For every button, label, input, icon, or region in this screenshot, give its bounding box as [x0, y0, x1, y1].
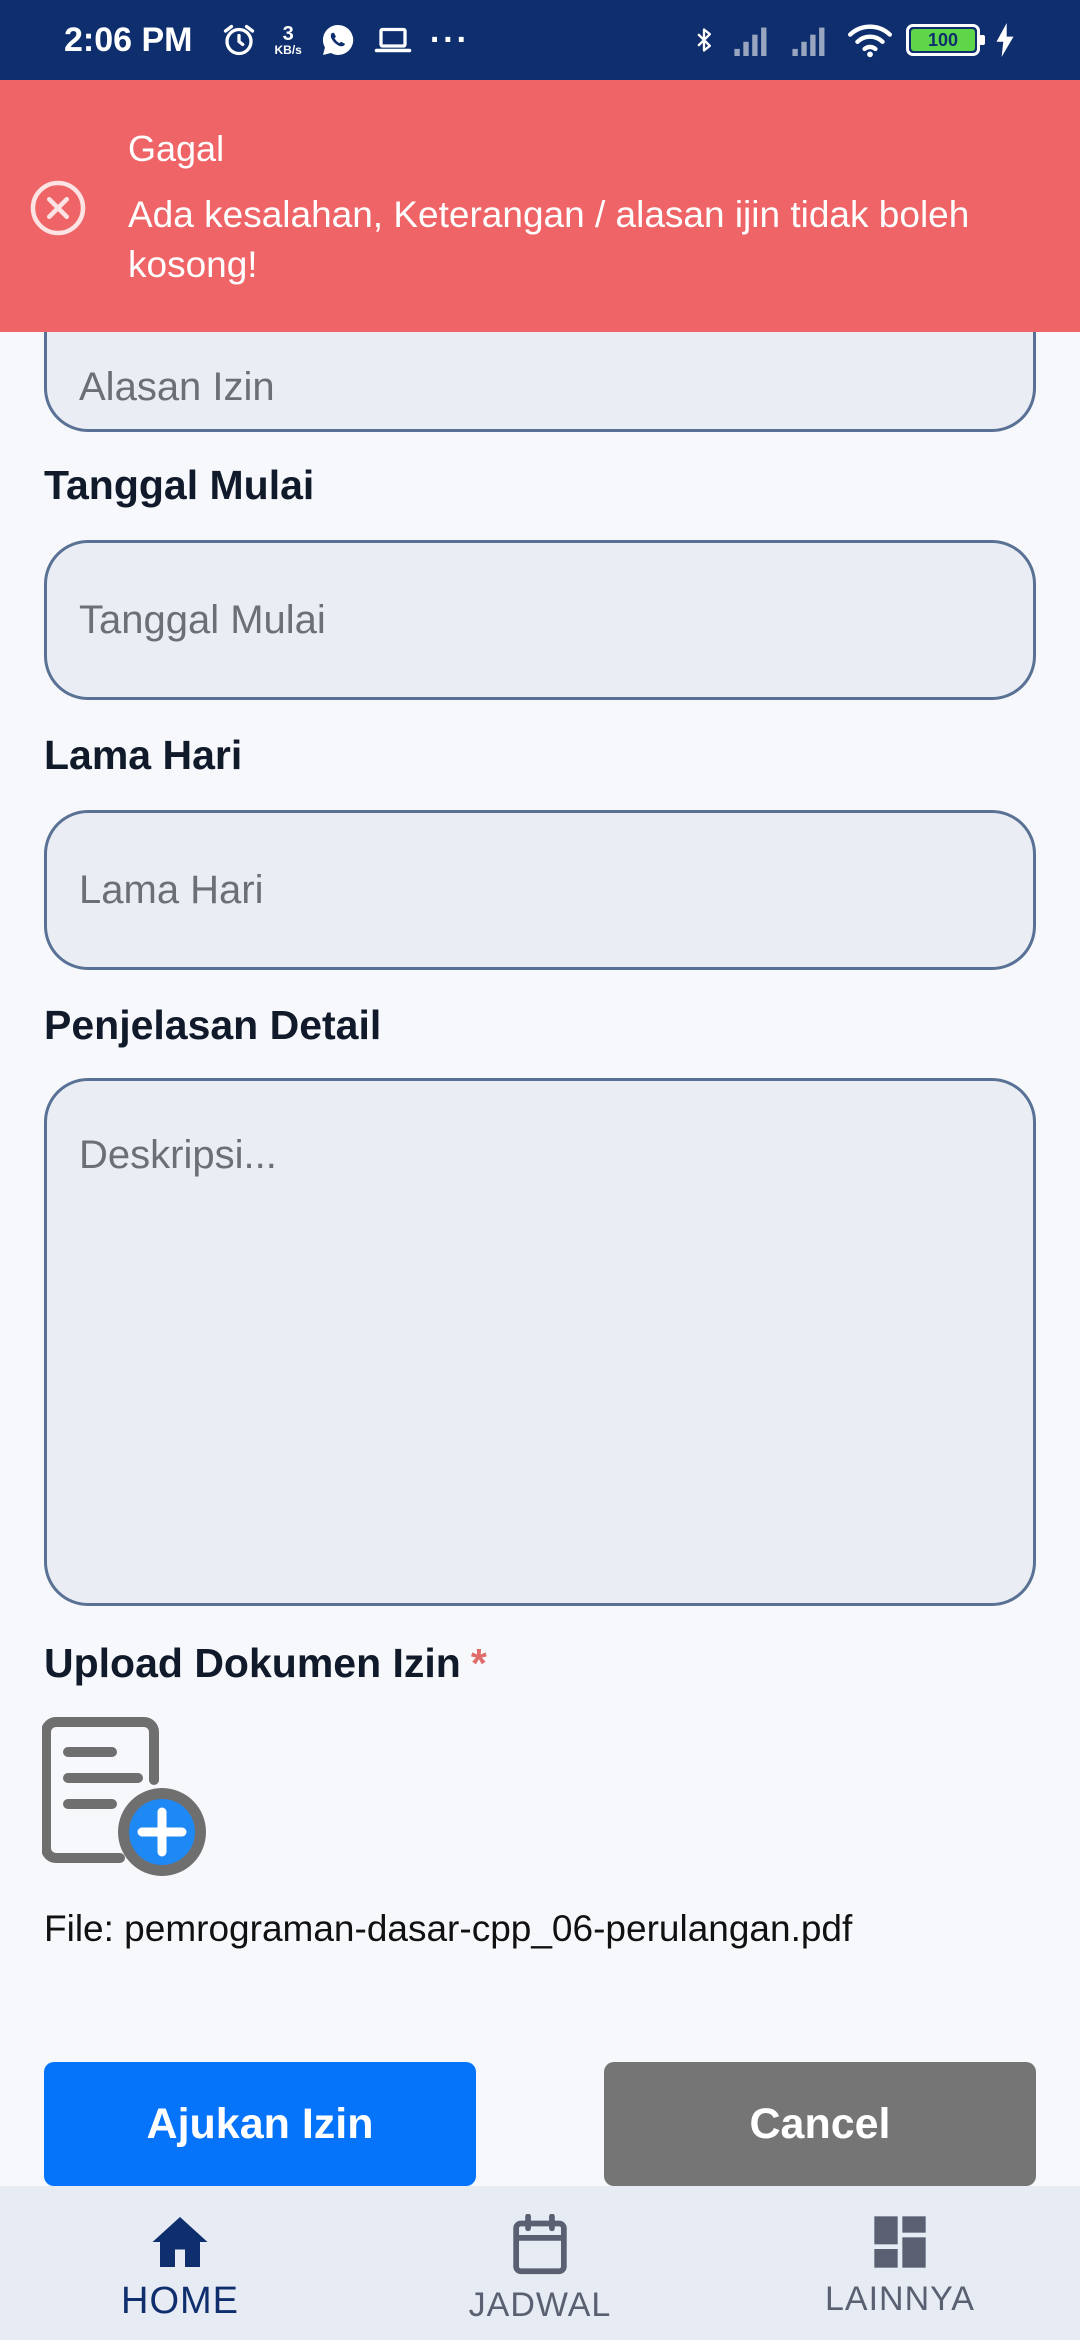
home-icon [152, 2217, 208, 2267]
error-circle-icon [30, 180, 86, 236]
calendar-icon [513, 2214, 567, 2275]
status-icons-right: 100 [690, 22, 1016, 58]
ajukan-izin-button[interactable]: Ajukan Izin [44, 2062, 476, 2186]
wifi-icon [848, 24, 892, 58]
bluetooth-icon [697, 28, 711, 52]
nav-lainnya-label: LAINNYA [825, 2280, 975, 2318]
lama-hari-label: Lama Hari [44, 732, 243, 778]
upload-dokumen-label: Upload Dokumen Izin * [44, 1640, 487, 1687]
tanggal-mulai-input[interactable] [47, 543, 1033, 697]
charging-icon [996, 23, 1014, 57]
bottom-navigation: HOME JADWAL LAINNYA [0, 2186, 1080, 2340]
battery-icon: 100 [906, 24, 985, 56]
status-icons-left: 3 KB/s ··· [221, 21, 470, 60]
penjelasan-detail-label: Penjelasan Detail [44, 1002, 382, 1048]
dashboard-icon [874, 2216, 926, 2268]
toast-message: Ada kesalahan, Keterangan / alasan ijin … [128, 194, 970, 285]
more-notifications: ··· [429, 20, 470, 59]
status-bar: 2:06 PM 3 KB/s ··· 100 [0, 0, 1080, 80]
nav-lainnya[interactable]: LAINNYA [720, 2186, 1080, 2340]
tanggal-mulai-label: Tanggal Mulai [44, 462, 315, 508]
toast-title: Gagal [128, 128, 225, 169]
signal-icon [734, 27, 767, 56]
lama-hari-field[interactable] [44, 810, 1036, 970]
status-time: 2:06 PM [64, 20, 193, 59]
uploaded-file-name: File: pemrograman-dasar-cpp_06-perulanga… [44, 1908, 853, 1949]
laptop-icon [374, 27, 412, 53]
add-document-icon[interactable] [42, 1716, 210, 1880]
net-speed: 3 KB/s [274, 23, 302, 57]
penjelasan-detail-field[interactable] [44, 1078, 1036, 1606]
nav-home-label: HOME [121, 2280, 239, 2322]
required-mark: * [470, 1640, 487, 1686]
battery-level: 100 [911, 29, 975, 51]
lama-hari-input[interactable] [47, 813, 1033, 967]
nav-jadwal[interactable]: JADWAL [360, 2186, 720, 2340]
penjelasan-detail-textarea[interactable] [47, 1081, 1033, 1603]
upload-dokumen-text: Upload Dokumen Izin [44, 1640, 461, 1686]
nav-home[interactable]: HOME [0, 2186, 360, 2340]
nav-jadwal-label: JADWAL [468, 2286, 612, 2324]
tanggal-mulai-field[interactable] [44, 540, 1036, 700]
cancel-button[interactable]: Cancel [604, 2062, 1036, 2186]
error-toast[interactable]: Gagal Ada kesalahan, Keterangan / alasan… [0, 80, 1080, 332]
signal-icon [792, 27, 825, 56]
alarm-icon [223, 24, 254, 56]
whatsapp-icon [322, 24, 354, 55]
